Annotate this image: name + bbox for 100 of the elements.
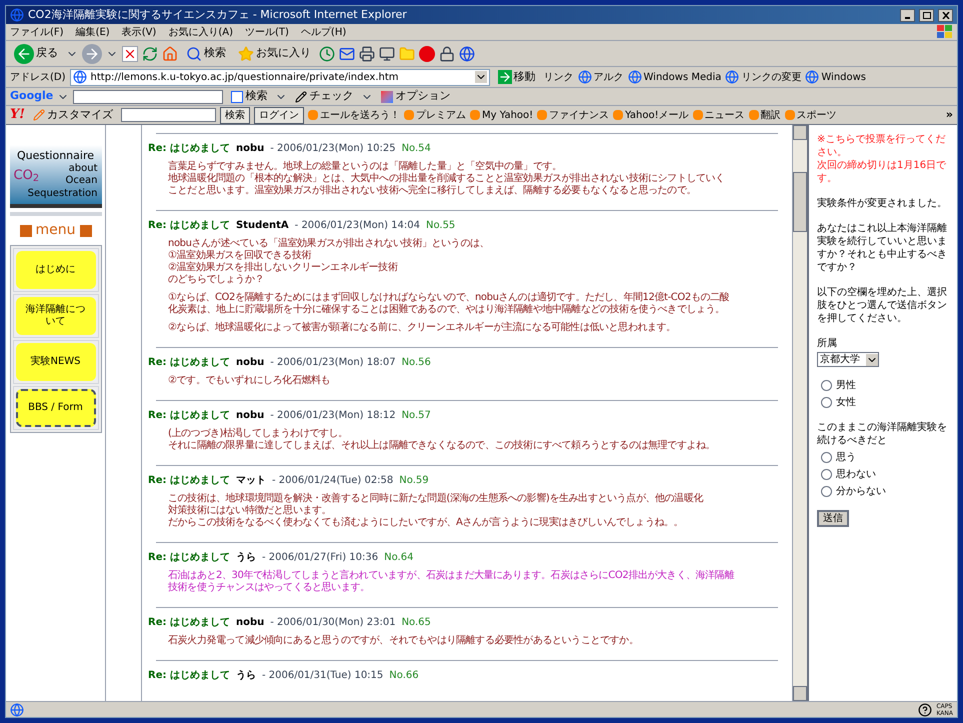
radio-button[interactable] [821, 397, 832, 408]
menu-item[interactable]: 編集(E) [76, 24, 110, 40]
toolbar-item-icon [613, 110, 624, 120]
yahoo-toolbar-button[interactable]: スポーツ [784, 108, 837, 122]
menu-item[interactable]: 表示(V) [122, 24, 156, 40]
link-button[interactable]: リンクの変更 [725, 70, 802, 84]
logo-text: about [68, 162, 98, 176]
radio-label: 分からない [836, 485, 886, 498]
post-subject[interactable]: Re: はじめまして [148, 669, 230, 682]
yahoo-toolbar-button[interactable]: プレミアム [404, 108, 466, 122]
logo-text: Sequestration [28, 188, 98, 200]
submit-button[interactable]: 送信 [817, 510, 849, 527]
history-icon[interactable] [319, 46, 335, 62]
scrollbar[interactable] [792, 125, 807, 701]
affiliation-select[interactable]: 京都大学 [817, 352, 879, 367]
google-search-field[interactable] [73, 90, 224, 104]
mail-icon[interactable] [339, 46, 355, 62]
login-button[interactable]: ログイン [254, 106, 304, 124]
post-subject[interactable]: Re: はじめまして [148, 219, 230, 232]
post-date: - 2006/01/23(Mon) 18:12 [270, 409, 396, 422]
post-subject[interactable]: Re: はじめまして [148, 356, 230, 369]
monitor-icon[interactable] [379, 46, 395, 62]
post-author: マット [236, 474, 266, 487]
menu-button[interactable]: 実験NEWS [16, 343, 96, 382]
scroll-down-button[interactable] [793, 686, 807, 701]
favorites-button[interactable]: お気に入り [234, 45, 315, 62]
post-subject[interactable]: Re: はじめまして [148, 409, 230, 422]
options-button[interactable]: オプション [377, 88, 454, 105]
post-subject[interactable]: Re: はじめまして [148, 551, 230, 564]
post-text: 化炭素は、地上に貯蔵場所を十分に確保することは困難であるので、やはり海洋隔離や地中隔離などの技術を使うべきでしょう。 [168, 304, 726, 316]
radio-button[interactable] [821, 452, 832, 463]
lock-icon[interactable] [439, 46, 455, 62]
link-button[interactable]: Windows Media [628, 70, 722, 84]
help-icon[interactable] [918, 702, 932, 716]
yahoo-toolbar-button[interactable]: ニュース [692, 108, 745, 122]
more-button[interactable]: » [946, 106, 953, 124]
dropdown-icon [866, 354, 878, 366]
menu-button[interactable]: BBS / Form [16, 389, 96, 428]
post-text: ②温室効果ガスを排出しないクリーンエネルギー技術 [168, 262, 399, 274]
post-author: うら [236, 551, 256, 564]
radio-label: 思う [836, 451, 856, 464]
link-button[interactable]: アルク [578, 70, 624, 84]
post-text: 地球温暖化問題の「根本的な解決」とは、大気中への排出量を削減することと温室効果ガスが排出されない技術にシフトしていく [168, 173, 726, 184]
google-g-icon [231, 90, 244, 102]
yahoo-search-field[interactable] [121, 108, 216, 122]
globe-icon[interactable] [459, 46, 475, 62]
minimize-button[interactable] [900, 8, 915, 22]
menu-item[interactable]: ファイル(F) [10, 24, 64, 40]
yahoo-toolbar-button[interactable]: My Yahoo! [470, 108, 534, 122]
scroll-up-button[interactable] [793, 125, 807, 140]
menu-button[interactable]: 海洋隔離について [16, 297, 96, 336]
menu-button[interactable]: はじめに [16, 251, 96, 290]
address-field[interactable]: http://lemons.k.u-tokyo.ac.jp/questionnaire/private/index.htm [70, 68, 490, 86]
page-icon [10, 702, 24, 716]
yahoo-toolbar-button[interactable]: 翻訳 [748, 108, 781, 122]
notice-text: 次回の締め切りは1月16日です。 [817, 159, 948, 185]
close-button[interactable] [938, 8, 953, 22]
post-author: うら [236, 669, 256, 682]
go-button[interactable]: 移動 [494, 68, 540, 86]
menu-item[interactable]: ヘルプ(H) [300, 24, 346, 40]
menu-item[interactable]: お気に入り(A) [168, 24, 233, 40]
back-button[interactable]: 戻る [10, 44, 62, 64]
post-text: それに隔離の限界量に達してしまえば、それ以上は隔離できなくなるので、この技術にすべて頼ろうとするのは無理ですよね。 [168, 440, 716, 452]
post-author: nobu [236, 356, 264, 369]
post-date: - 2006/01/24(Tue) 02:58 [272, 474, 394, 487]
post-date: - 2006/01/23(Mon) 14:04 [294, 219, 420, 232]
yahoo-toolbar-button[interactable]: ファイナンス [537, 108, 610, 122]
address-label: アドレス(D) [10, 70, 66, 84]
stop-icon[interactable] [122, 46, 138, 62]
windows-logo-icon [937, 25, 953, 39]
post-text: (上のつづき)枯渇してしまうわけですし。 [168, 428, 349, 440]
toolbar-item-icon [784, 110, 795, 120]
post-subject[interactable]: Re: はじめまして [148, 474, 230, 487]
yahoo-toolbar-button[interactable]: Yahoo!メール [613, 108, 689, 122]
radio-button[interactable] [821, 380, 832, 391]
search-button[interactable]: 検索 [182, 45, 230, 62]
radio-button[interactable] [821, 486, 832, 497]
yahoo-toolbar-button[interactable]: エールを送ろう！ [308, 108, 400, 122]
google-search-button[interactable]: 検索 [227, 88, 272, 105]
post-text: ①温室効果ガスを回収できる技術 [168, 250, 312, 262]
info-text: あなたはこれ以上本海洋隔離実験を続行していいと思いますか？それとも中止するべきですか？ [817, 222, 948, 274]
pencil-icon [33, 109, 45, 121]
post-text: 技術を使うチャンスはやってくると思います。 [168, 582, 371, 594]
yahoo-search-button[interactable]: 検索 [220, 106, 250, 124]
maximize-button[interactable] [919, 8, 934, 22]
link-button[interactable]: Windows [805, 70, 866, 84]
dropdown-icon[interactable] [474, 71, 487, 83]
scroll-thumb[interactable] [793, 172, 807, 232]
post-subject[interactable]: Re: はじめまして [148, 616, 230, 629]
check-button[interactable]: チェック [291, 88, 358, 105]
post-subject[interactable]: Re: はじめまして [148, 142, 230, 155]
post-text: ①ならば、CO2を隔離するためにはまず回収しなければならないので、nobuさんのは適切です。ただし、年間12億t-CO2もの二酸 [168, 292, 730, 304]
post-date: - 2006/01/23(Mon) 10:25 [270, 142, 396, 155]
post-text: この技術は、地球環境問題を解決・改善すると同時に新たな問題(深海の生態系への影響)を生み出すという点が、他の温暖化 [168, 493, 704, 504]
toolbar-item-icon [404, 110, 414, 120]
customize-button[interactable]: カスタマイズ [29, 106, 117, 124]
radio-button[interactable] [821, 469, 832, 480]
printer-icon[interactable] [359, 46, 375, 62]
menu-item[interactable]: ツール(T) [245, 24, 289, 40]
refresh-icon[interactable] [142, 46, 158, 62]
